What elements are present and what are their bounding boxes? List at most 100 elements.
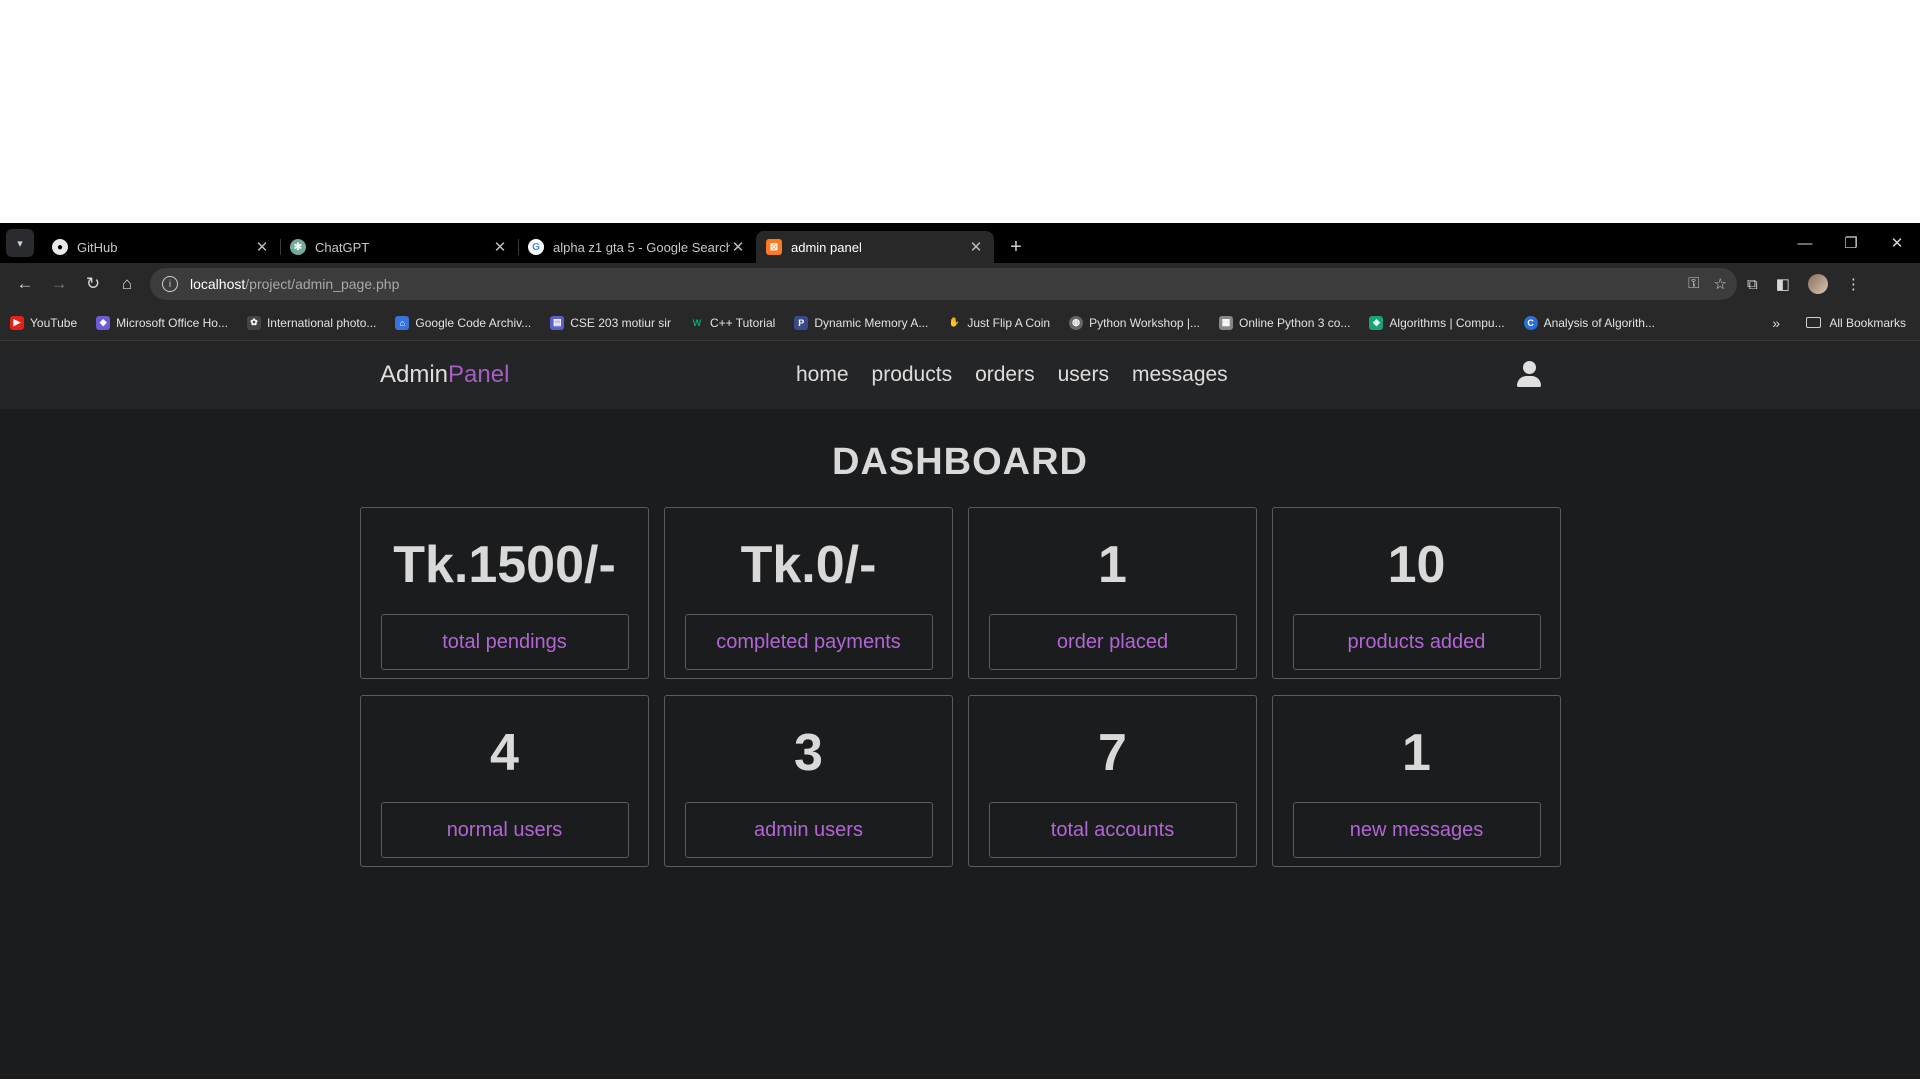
bookmark-online-python[interactable]: ▦ Online Python 3 co...: [1219, 315, 1350, 330]
tab-search-button[interactable]: ▾: [6, 229, 34, 257]
form-icon: ▤: [550, 315, 565, 330]
profile-avatar[interactable]: [1807, 274, 1828, 294]
google-code-icon: ⌂: [395, 315, 410, 330]
url-host: localhost: [190, 276, 246, 292]
card-value: 10: [1387, 536, 1446, 594]
bookmark-intl-photo[interactable]: ✿ International photo...: [246, 315, 376, 330]
nav-messages[interactable]: messages: [1132, 363, 1228, 387]
card-new-messages: 1 new messages: [1272, 695, 1561, 867]
card-button[interactable]: completed payments: [684, 614, 933, 670]
photo-icon: ✿: [246, 315, 261, 330]
main-nav: home products orders users messages: [796, 363, 1228, 387]
tab-title: admin panel: [791, 239, 862, 255]
tab-title: alpha z1 gta 5 - Google Search: [553, 239, 730, 255]
tab-strip: ▾ ● GitHub ✕ ✻ ChatGPT ✕ G alpha z1 gta …: [0, 223, 1920, 263]
chatgpt-icon: ✻: [290, 239, 306, 255]
bookmark-google-code[interactable]: ⌂ Google Code Archiv...: [395, 315, 531, 330]
tab-title: GitHub: [77, 239, 118, 255]
algo-icon: ◈: [1369, 315, 1384, 330]
card-order-placed: 1 order placed: [968, 507, 1257, 679]
github-icon: ●: [52, 239, 68, 255]
menu-kebab-icon[interactable]: ⋮: [1846, 275, 1861, 293]
card-value: 4: [490, 724, 519, 782]
new-tab-button[interactable]: +: [1002, 236, 1030, 259]
card-button[interactable]: normal users: [380, 802, 629, 858]
tab-google-search[interactable]: G alpha z1 gta 5 - Google Search ✕: [518, 231, 756, 263]
globe-icon: ◍: [1069, 315, 1084, 330]
tab-github[interactable]: ● GitHub ✕: [42, 231, 280, 263]
bookmark-cse203[interactable]: ▤ CSE 203 motiur sir: [550, 315, 671, 330]
password-key-icon[interactable]: ⚿: [1688, 275, 1699, 293]
url-path: /project/admin_page.php: [245, 276, 400, 292]
restore-button[interactable]: ❐: [1828, 223, 1874, 263]
blank-area: [0, 0, 1920, 223]
card-button[interactable]: products added: [1292, 614, 1541, 670]
coin-icon: ✋: [948, 317, 960, 327]
site-header: AdminPanel home products orders users me…: [0, 341, 1920, 409]
card-completed-payments: Tk.0/- completed payments: [664, 507, 953, 679]
card-value: Tk.0/-: [740, 536, 877, 594]
close-icon[interactable]: ✕: [254, 238, 270, 256]
youtube-icon: ▶: [10, 315, 24, 330]
card-total-pendings: Tk.1500/- total pendings: [360, 507, 649, 679]
bookmark-cpp-tutorial[interactable]: W C++ Tutorial: [690, 316, 776, 330]
c-icon: C: [1523, 315, 1538, 330]
nav-users[interactable]: users: [1058, 363, 1109, 387]
minimize-button[interactable]: —: [1782, 223, 1828, 263]
xampp-icon: ⊠: [766, 239, 782, 255]
address-bar[interactable]: i localhost/project/admin_page.php ⚿ ☆: [150, 268, 1737, 300]
card-button[interactable]: new messages: [1292, 802, 1541, 858]
all-bookmarks-button[interactable]: All Bookmarks: [1806, 316, 1906, 330]
folder-icon: [1806, 317, 1822, 328]
tab-chatgpt[interactable]: ✻ ChatGPT ✕: [280, 231, 518, 263]
bookmarks-bar: ▶ YouTube ◆ Microsoft Office Ho... ✿ Intern…: [0, 305, 1920, 341]
browser-toolbar: ← → ↻ ⌂ i localhost/project/admin_page.p…: [0, 263, 1920, 305]
card-value: 1: [1402, 724, 1431, 782]
bookmark-algorithms[interactable]: ◈ Algorithms | Compu...: [1369, 315, 1505, 330]
tab-admin-panel[interactable]: ⊠ admin panel ✕: [756, 231, 994, 263]
dm-icon: P: [794, 315, 809, 330]
bookmark-youtube[interactable]: ▶ YouTube: [10, 315, 77, 330]
close-icon[interactable]: ✕: [492, 238, 508, 256]
close-window-button[interactable]: ✕: [1874, 223, 1920, 263]
nav-orders[interactable]: orders: [975, 363, 1035, 387]
bookmark-analysis-algorithms[interactable]: C Analysis of Algorith...: [1523, 315, 1655, 330]
card-button[interactable]: admin users: [684, 802, 933, 858]
close-icon[interactable]: ✕: [968, 238, 984, 256]
logo-accent: Panel: [448, 361, 510, 388]
back-button[interactable]: ←: [8, 267, 42, 301]
home-button[interactable]: ⌂: [110, 267, 144, 301]
card-button[interactable]: total pendings: [380, 614, 629, 670]
card-total-accounts: 7 total accounts: [968, 695, 1257, 867]
office-icon: ◆: [96, 315, 111, 330]
side-panel-icon[interactable]: ◧: [1776, 275, 1790, 293]
logo-main: Admin: [380, 361, 449, 388]
bookmark-flip-coin[interactable]: ✋ Just Flip A Coin: [947, 316, 1050, 330]
card-value: 7: [1098, 724, 1127, 782]
site-info-icon[interactable]: i: [162, 276, 178, 292]
card-button[interactable]: order placed: [988, 614, 1237, 670]
bookmark-dynamic-memory[interactable]: P Dynamic Memory A...: [794, 315, 928, 330]
card-normal-users: 4 normal users: [360, 695, 649, 867]
extensions-icon[interactable]: ⧉: [1747, 276, 1758, 293]
admin-page: AdminPanel home products orders users me…: [0, 341, 1920, 1079]
card-admin-users: 3 admin users: [664, 695, 953, 867]
nav-home[interactable]: home: [796, 363, 849, 387]
nav-products[interactable]: products: [872, 363, 953, 387]
site-logo[interactable]: AdminPanel: [380, 361, 509, 389]
dashboard-title: DASHBOARD: [832, 441, 1088, 483]
browser-chrome: ▾ ● GitHub ✕ ✻ ChatGPT ✕ G alpha z1 gta …: [0, 223, 1920, 341]
bookmark-star-icon[interactable]: ☆: [1714, 275, 1727, 293]
card-button[interactable]: total accounts: [988, 802, 1237, 858]
bookmark-python-workshop[interactable]: ◍ Python Workshop |...: [1069, 315, 1200, 330]
card-value: Tk.1500/-: [393, 536, 616, 594]
w3-icon: W: [692, 317, 702, 328]
user-icon[interactable]: [1516, 361, 1542, 389]
close-icon[interactable]: ✕: [730, 238, 746, 256]
window-controls: — ❐ ✕: [1782, 223, 1920, 263]
card-value: 1: [1098, 536, 1127, 594]
reload-button[interactable]: ↻: [76, 267, 110, 301]
more-bookmarks-icon[interactable]: »: [1772, 315, 1780, 331]
forward-button[interactable]: →: [42, 267, 76, 301]
bookmark-office[interactable]: ◆ Microsoft Office Ho...: [96, 315, 228, 330]
